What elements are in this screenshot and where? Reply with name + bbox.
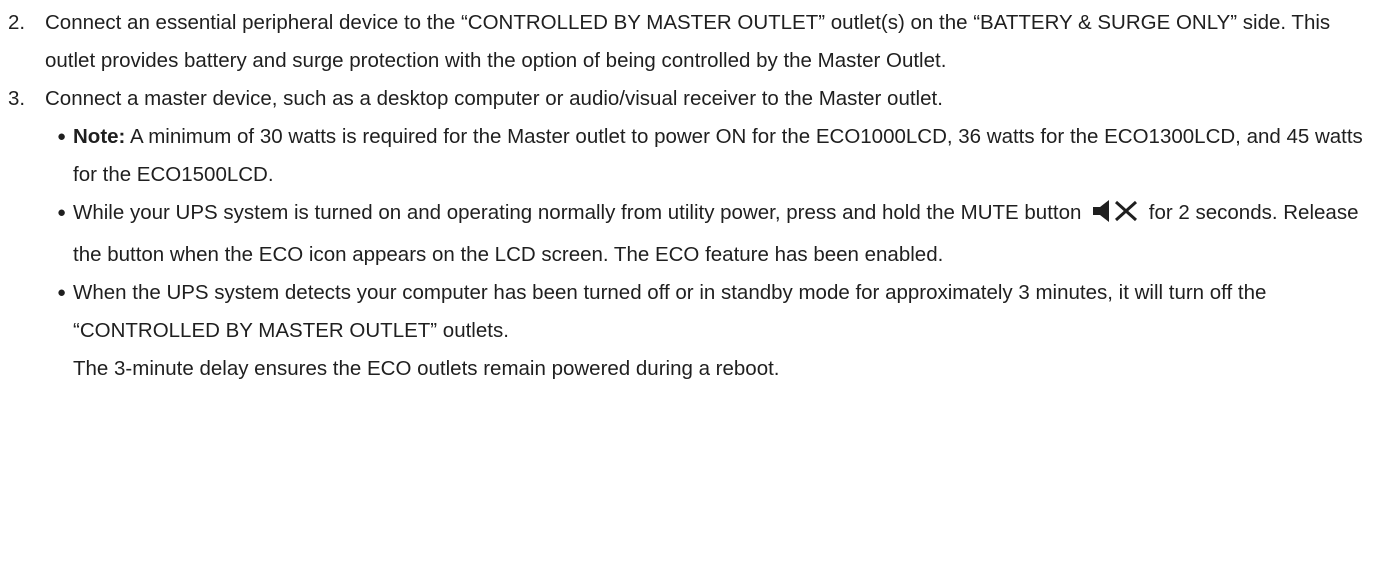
- steps-list: 2. Connect an essential peripheral devic…: [0, 4, 1395, 118]
- step-number: 2.: [8, 11, 26, 34]
- bullet-dot-icon: ●: [57, 284, 67, 301]
- note-bullet: ● Note: A minimum of 30 watts is require…: [0, 118, 1395, 194]
- note-text: A minimum of 30 watts is required for th…: [73, 125, 1363, 186]
- standby-text: When the UPS system detects your compute…: [73, 281, 1267, 342]
- reboot-note: The 3-minute delay ensures the ECO outle…: [73, 357, 780, 380]
- step-number: 3.: [8, 87, 26, 110]
- bullet-dot-icon: ●: [57, 128, 67, 145]
- mute-speaker-icon: [1091, 198, 1141, 236]
- step-3: 3. Connect a master device, such as a de…: [0, 80, 1395, 118]
- step-3-bullets: ● Note: A minimum of 30 watts is require…: [0, 118, 1395, 388]
- bullet-dot-icon: ●: [57, 204, 67, 221]
- step-2: 2. Connect an essential peripheral devic…: [0, 4, 1395, 80]
- instructions-page: 2. Connect an essential peripheral devic…: [0, 0, 1395, 569]
- step-text: Connect a master device, such as a deskt…: [45, 87, 943, 110]
- standby-bullet: ● When the UPS system detects your compu…: [0, 274, 1395, 388]
- mute-text-before: While your UPS system is turned on and o…: [73, 201, 1082, 224]
- note-label: Note:: [73, 125, 126, 148]
- mute-instruction-bullet: ● While your UPS system is turned on and…: [0, 194, 1395, 274]
- step-text: Connect an essential peripheral device t…: [45, 11, 1331, 72]
